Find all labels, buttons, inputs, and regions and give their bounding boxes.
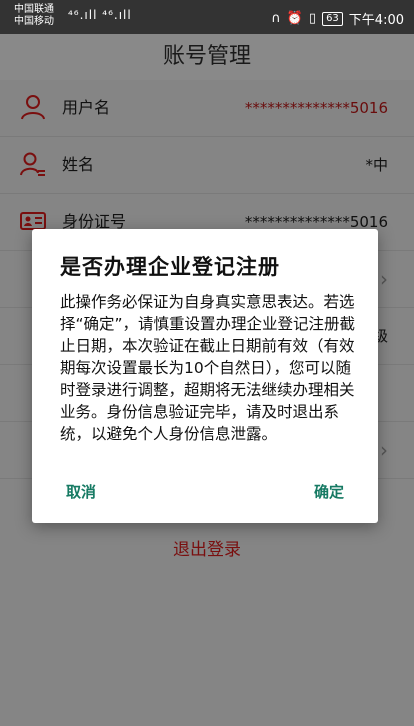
- carrier-1: 中国联通: [14, 4, 54, 15]
- dialog-message: 此操作务必保证为自身真实意思表达。若选择“确定”，请慎重设置办理企业登记注册截止…: [60, 293, 356, 443]
- headset-icon: ∩: [271, 11, 281, 26]
- signal-icon: ⁴⁶.ıll ⁴⁶.ıll: [68, 8, 132, 22]
- user-icon: [21, 95, 45, 120]
- row-name[interactable]: 姓名 *中: [0, 137, 414, 194]
- vibrate-icon: ▯: [308, 11, 317, 26]
- alarm-icon: ⏰: [286, 11, 303, 26]
- username-label: 用户名: [62, 98, 111, 117]
- dialog-title: 是否办理企业登记注册: [60, 255, 280, 279]
- name-label: 姓名: [62, 155, 95, 174]
- status-right: ∩ ⏰ ▯ 63 下午4:00: [271, 9, 404, 28]
- username-value: **************5016: [244, 99, 388, 117]
- logout-button[interactable]: 退出登录: [0, 524, 414, 576]
- carrier-names: 中国联通 中国移动: [14, 4, 54, 28]
- page-title: 账号管理: [0, 34, 414, 80]
- row-username[interactable]: 用户名 **************5016: [0, 80, 414, 137]
- status-time: 下午4:00: [348, 13, 404, 28]
- battery-icon: 63: [322, 11, 343, 26]
- confirm-button[interactable]: 确定: [314, 481, 344, 502]
- status-bar: 中国联通 中国移动 ⁴⁶.ıll ⁴⁶.ıll ∩ ⏰ ▯ 63 下午4:00: [0, 0, 414, 34]
- user-card-icon: [20, 152, 45, 176]
- carrier-2: 中国移动: [14, 16, 54, 27]
- name-value: *中: [365, 156, 388, 174]
- chevron-right-icon: ›: [380, 438, 388, 462]
- cancel-button[interactable]: 取消: [66, 481, 96, 502]
- chevron-right-icon: ›: [380, 267, 388, 291]
- confirm-dialog: 是否办理企业登记注册 此操作务必保证为自身真实意思表达。若选择“确定”，请慎重设…: [32, 229, 378, 523]
